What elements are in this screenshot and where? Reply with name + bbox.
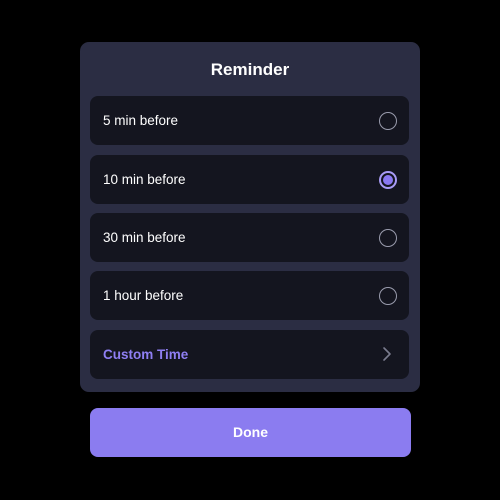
option-5-min-before[interactable]: 5 min before <box>90 96 409 145</box>
option-custom-time[interactable]: Custom Time <box>90 330 409 379</box>
option-label: 1 hour before <box>103 288 184 303</box>
option-label: 30 min before <box>103 230 186 245</box>
radio-button[interactable] <box>379 229 397 247</box>
done-button[interactable]: Done <box>90 408 411 457</box>
radio-button[interactable] <box>379 112 397 130</box>
option-label: 10 min before <box>103 172 186 187</box>
radio-dot <box>383 175 393 185</box>
radio-button[interactable] <box>379 287 397 305</box>
option-1-hour-before[interactable]: 1 hour before <box>90 271 409 320</box>
chevron-right-icon <box>380 346 394 362</box>
radio-button-selected[interactable] <box>379 171 397 189</box>
screen: Reminder 5 min before 10 min before 30 m… <box>0 0 500 500</box>
option-10-min-before[interactable]: 10 min before <box>90 155 409 204</box>
dialog-title: Reminder <box>210 60 290 79</box>
option-label: 5 min before <box>103 113 179 128</box>
option-30-min-before[interactable]: 30 min before <box>90 213 409 262</box>
custom-time-label: Custom Time <box>103 347 189 362</box>
